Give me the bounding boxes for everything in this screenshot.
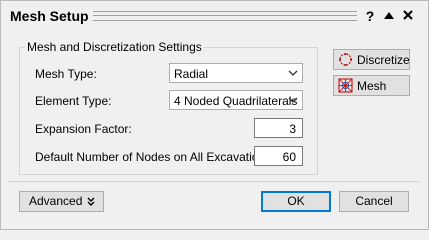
discretize-button[interactable]: Discretize: [333, 49, 410, 70]
double-chevron-down-icon: [87, 197, 95, 206]
mesh-button[interactable]: Mesh: [333, 75, 410, 96]
mesh-label: Mesh: [357, 79, 387, 93]
advanced-label: Advanced: [29, 194, 83, 208]
title-bar[interactable]: Mesh Setup ?: [1, 1, 428, 31]
discretize-label: Discretize: [357, 53, 410, 67]
chevron-down-icon: [288, 97, 298, 103]
close-icon[interactable]: [401, 8, 415, 24]
default-nodes-label: Default Number of Nodes on All Excavatio…: [35, 150, 275, 164]
title-bar-grip[interactable]: [93, 11, 357, 21]
collapse-icon[interactable]: [382, 8, 396, 24]
help-button[interactable]: ?: [363, 8, 377, 24]
ok-button[interactable]: OK: [261, 191, 331, 212]
default-nodes-input[interactable]: 60: [254, 146, 303, 166]
cancel-button[interactable]: Cancel: [339, 191, 409, 212]
footer-divider: [8, 181, 420, 182]
element-type-select[interactable]: 4 Noded Quadrilaterals: [169, 90, 303, 110]
group-title: Mesh and Discretization Settings: [25, 40, 204, 54]
element-type-value: 4 Noded Quadrilaterals: [174, 94, 298, 108]
mesh-type-value: Radial: [174, 67, 209, 81]
advanced-button[interactable]: Advanced: [19, 191, 104, 212]
mesh-icon: [338, 78, 353, 93]
mesh-type-label: Mesh Type:: [35, 67, 97, 81]
discretize-icon: [339, 53, 352, 66]
dialog-title: Mesh Setup: [10, 8, 89, 24]
chevron-down-icon: [288, 70, 298, 76]
expansion-factor-input[interactable]: 3: [254, 118, 303, 138]
mesh-type-select[interactable]: Radial: [169, 63, 303, 83]
element-type-label: Element Type:: [35, 94, 112, 108]
expansion-factor-label: Expansion Factor:: [35, 122, 132, 136]
